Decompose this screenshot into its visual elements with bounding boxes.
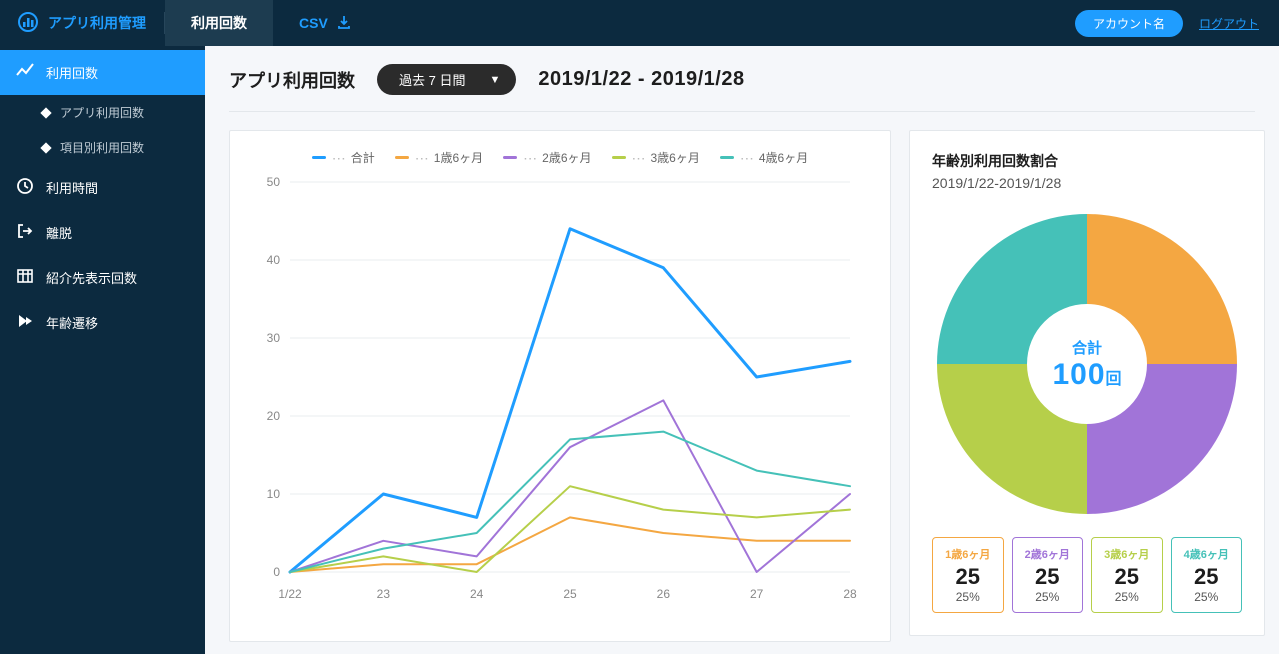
brand-title: アプリ利用管理 xyxy=(48,13,146,33)
svg-text:40: 40 xyxy=(267,253,281,267)
svg-text:23: 23 xyxy=(377,587,391,601)
segment-card: 4歳6ヶ月 2525% xyxy=(1171,537,1243,613)
segment-value: 25 xyxy=(1017,564,1079,590)
segment-name: 4歳6ヶ月 xyxy=(1176,546,1238,562)
legend-label: 3歳6ヶ月 xyxy=(651,149,700,166)
svg-text:10: 10 xyxy=(267,487,281,501)
segment-percent: 25% xyxy=(1017,590,1079,604)
svg-text:27: 27 xyxy=(750,587,764,601)
svg-text:25: 25 xyxy=(563,587,577,601)
sidebar: 利用回数 アプリ利用回数 項目別利用回数 利用時間 離脱 紹介先表示回数 年齢遷… xyxy=(0,46,205,654)
sidebar-sub-item-usage[interactable]: 項目別利用回数 xyxy=(0,130,205,165)
page-header: アプリ利用回数 過去 7 日間 ▼ 2019/1/22 - 2019/1/28 xyxy=(229,64,1255,112)
donut-center: 合計 100回 xyxy=(932,209,1242,519)
sidebar-item-label: 年齢遷移 xyxy=(46,313,98,332)
legend-swatch xyxy=(395,156,409,159)
chevron-down-icon: ▼ xyxy=(489,74,500,86)
segment-percent: 25% xyxy=(1096,590,1158,604)
segment-percent: 25% xyxy=(937,590,999,604)
segment-percent: 25% xyxy=(1176,590,1238,604)
segment-value: 25 xyxy=(1096,564,1158,590)
page-title: アプリ利用回数 xyxy=(229,67,355,93)
svg-text:1/22: 1/22 xyxy=(278,587,302,601)
tab-usage-label: 利用回数 xyxy=(191,13,247,33)
tab-usage[interactable]: 利用回数 xyxy=(165,0,273,46)
svg-text:0: 0 xyxy=(273,565,280,579)
period-select[interactable]: 過去 7 日間 ▼ xyxy=(377,64,516,95)
legend-swatch xyxy=(612,156,626,159)
svg-text:28: 28 xyxy=(843,587,857,601)
donut-subtitle: 2019/1/22-2019/1/28 xyxy=(932,175,1242,191)
bullet-icon xyxy=(40,142,51,153)
svg-text:20: 20 xyxy=(267,409,281,423)
segment-name: 1歳6ヶ月 xyxy=(937,546,999,562)
account-button[interactable]: アカウント名 xyxy=(1075,10,1183,37)
sidebar-item-exit[interactable]: 離脱 xyxy=(0,210,205,255)
legend-swatch xyxy=(720,156,734,159)
period-label: 過去 7 日間 xyxy=(399,70,465,89)
segment-value: 25 xyxy=(1176,564,1238,590)
segment-card: 3歳6ヶ月 2525% xyxy=(1091,537,1163,613)
sidebar-item-usage[interactable]: 利用回数 xyxy=(0,50,205,95)
legend-item: ⋯1歳6ヶ月 xyxy=(395,149,483,166)
segment-card: 2歳6ヶ月 2525% xyxy=(1012,537,1084,613)
line-chart-panel: ⋯合計 ⋯1歳6ヶ月 ⋯2歳6ヶ月 ⋯3歳6ヶ月 ⋯4歳6ヶ月 0 10 20 30 40 50 1… xyxy=(229,130,891,642)
donut-center-label: 合計 xyxy=(1072,337,1102,358)
segment-name: 2歳6ヶ月 xyxy=(1017,546,1079,562)
legend-item: ⋯2歳6ヶ月 xyxy=(503,149,591,166)
brand: アプリ利用管理 xyxy=(0,12,164,35)
legend-label: 合計 xyxy=(351,149,375,166)
sidebar-sub-label: アプリ利用回数 xyxy=(60,104,144,121)
legend-swatch xyxy=(503,156,517,159)
sidebar-item-age[interactable]: 年齢遷移 xyxy=(0,300,205,345)
line-chart: 0 10 20 30 40 50 1/22 23 24 25 26 27 28 xyxy=(250,172,870,612)
legend-swatch xyxy=(312,156,326,159)
clock-icon xyxy=(16,177,34,198)
sidebar-item-label: 利用回数 xyxy=(46,63,98,82)
grid-icon xyxy=(16,267,34,288)
segment-card: 1歳6ヶ月 2525% xyxy=(932,537,1004,613)
sidebar-item-label: 紹介先表示回数 xyxy=(46,268,137,287)
donut-center-unit: 回 xyxy=(1106,371,1122,388)
chart-legend: ⋯合計 ⋯1歳6ヶ月 ⋯2歳6ヶ月 ⋯3歳6ヶ月 ⋯4歳6ヶ月 xyxy=(250,149,870,166)
sidebar-sub-label: 項目別利用回数 xyxy=(60,139,144,156)
legend-label: 2歳6ヶ月 xyxy=(542,149,591,166)
sidebar-sub-app-usage[interactable]: アプリ利用回数 xyxy=(0,95,205,130)
tab-csv[interactable]: CSV xyxy=(273,0,378,46)
donut-panel: 年齢別利用回数割合 2019/1/22-2019/1/28 合計 100回 1歳… xyxy=(909,130,1265,636)
segment-name: 3歳6ヶ月 xyxy=(1096,546,1158,562)
bar-chart-icon xyxy=(18,12,38,35)
sidebar-item-duration[interactable]: 利用時間 xyxy=(0,165,205,210)
bullet-icon xyxy=(40,107,51,118)
legend-item: ⋯3歳6ヶ月 xyxy=(612,149,700,166)
svg-text:50: 50 xyxy=(267,175,281,189)
logout-link[interactable]: ログアウト xyxy=(1199,15,1259,32)
donut-chart: 合計 100回 xyxy=(932,209,1242,519)
play-icon xyxy=(16,312,34,333)
top-tabs: 利用回数 CSV xyxy=(165,0,378,46)
svg-text:30: 30 xyxy=(267,331,281,345)
legend-label: 1歳6ヶ月 xyxy=(434,149,483,166)
donut-title: 年齢別利用回数割合 xyxy=(932,151,1242,171)
sidebar-item-label: 離脱 xyxy=(46,223,72,242)
trend-icon xyxy=(16,62,34,83)
sidebar-item-referrals[interactable]: 紹介先表示回数 xyxy=(0,255,205,300)
svg-text:24: 24 xyxy=(470,587,484,601)
legend-label: 4歳6ヶ月 xyxy=(759,149,808,166)
svg-text:26: 26 xyxy=(657,587,671,601)
tab-csv-label: CSV xyxy=(299,15,328,31)
main-content: アプリ利用回数 過去 7 日間 ▼ 2019/1/22 - 2019/1/28 … xyxy=(205,46,1279,654)
download-icon xyxy=(336,14,352,33)
legend-item: ⋯4歳6ヶ月 xyxy=(720,149,808,166)
legend-item: ⋯合計 xyxy=(312,149,375,166)
donut-center-value: 100 xyxy=(1052,358,1105,391)
exit-icon xyxy=(16,222,34,243)
segment-cards: 1歳6ヶ月2525%2歳6ヶ月2525%3歳6ヶ月2525%4歳6ヶ月2525% xyxy=(932,537,1242,613)
segment-value: 25 xyxy=(937,564,999,590)
top-bar: アプリ利用管理 利用回数 CSV アカウント名 ログアウト xyxy=(0,0,1279,46)
date-range: 2019/1/22 - 2019/1/28 xyxy=(538,68,744,91)
sidebar-item-label: 利用時間 xyxy=(46,178,98,197)
